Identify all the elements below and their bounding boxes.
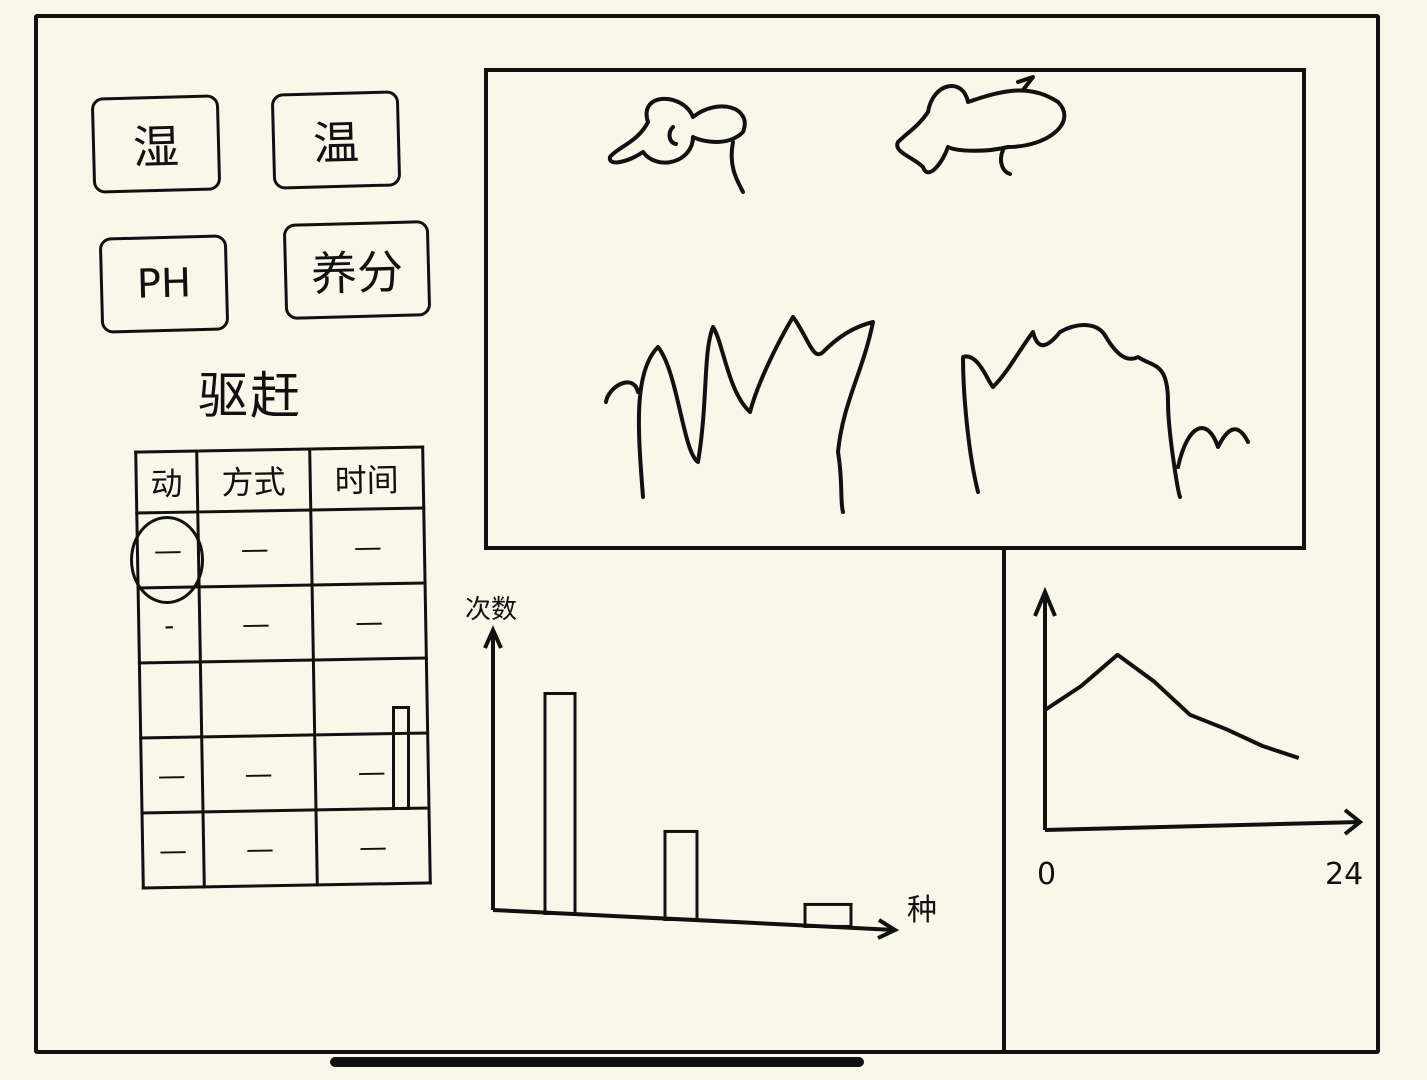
drive-section-title: 驱赶: [198, 367, 302, 425]
y-axis-label: 次数: [465, 595, 517, 625]
nutrient-label: 养分: [310, 244, 404, 302]
bar: [803, 902, 853, 928]
table-cell: [313, 657, 428, 735]
bird-icon: [608, 96, 747, 194]
table-cell: —: [197, 509, 312, 587]
x-axis-label: 种: [907, 893, 937, 928]
bar: [663, 829, 699, 921]
table-cell: —: [202, 809, 318, 887]
table-cell: [200, 659, 315, 737]
bar-chart: 次数 种: [455, 590, 975, 964]
table-cell[interactable]: —: [140, 736, 203, 813]
panel-divider: [1002, 548, 1006, 1052]
nutrient-card[interactable]: 养分: [282, 220, 432, 320]
table-cell: —: [311, 583, 427, 660]
home-indicator[interactable]: [330, 1057, 864, 1067]
ph-label: PH: [136, 260, 192, 308]
bird-icon: [895, 75, 1067, 176]
column-header-time: 时间: [309, 447, 424, 510]
table-row[interactable]: — — —: [142, 807, 431, 888]
humidity-label: 湿: [132, 119, 180, 175]
table-cell: —: [315, 807, 431, 885]
ph-card[interactable]: PH: [98, 234, 230, 334]
x-axis: [1044, 820, 1361, 832]
table-scrollbar[interactable]: [392, 706, 410, 810]
humidity-card[interactable]: 湿: [90, 94, 222, 194]
table-row[interactable]: [139, 657, 428, 738]
table-cell[interactable]: —: [142, 811, 205, 888]
line-chart: 0 24: [1015, 580, 1395, 904]
x-tick-label-start: 0: [1037, 857, 1056, 892]
series-line: [1043, 652, 1300, 760]
x-tick-label-end: 24: [1325, 857, 1363, 892]
camera-view-panel[interactable]: [484, 68, 1306, 550]
table-cell[interactable]: [139, 661, 202, 738]
table-cell: —: [201, 734, 316, 812]
drive-table: 动 方式 时间 — — — - — — — — — — — —: [134, 446, 432, 890]
column-header-action: 动: [135, 450, 198, 514]
table-cell: —: [198, 584, 314, 662]
table-cell: —: [310, 508, 426, 585]
temperature-label: 温: [312, 115, 360, 171]
temperature-card[interactable]: 温: [270, 90, 402, 190]
table-header-row: 动 方式 时间: [135, 447, 424, 514]
column-header-method: 方式: [196, 449, 311, 512]
crop-field-icon: [604, 315, 1250, 514]
bar: [543, 691, 577, 915]
table-cell: —: [314, 732, 429, 810]
selected-row-marker: [130, 516, 204, 604]
table-row[interactable]: — — —: [140, 732, 429, 813]
